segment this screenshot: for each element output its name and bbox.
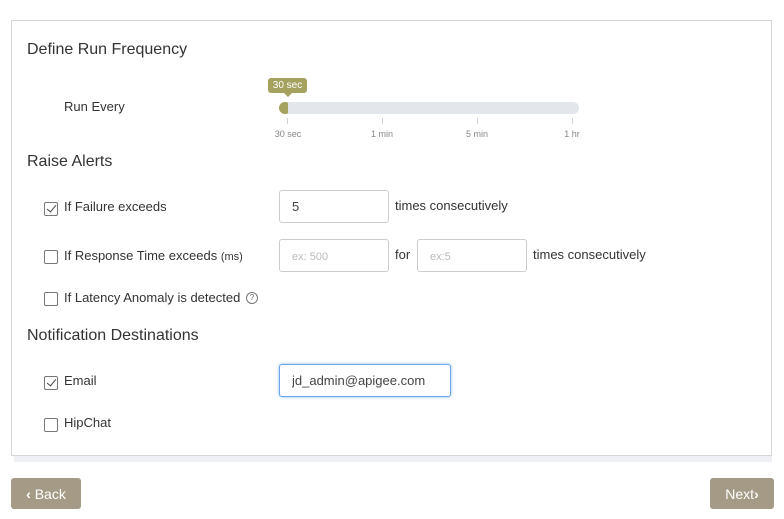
back-button[interactable]: ‹ Back bbox=[11, 478, 81, 509]
slider-tick-label: 30 sec bbox=[274, 129, 302, 139]
help-icon[interactable]: ? bbox=[246, 292, 258, 304]
response-time-count-input[interactable] bbox=[417, 239, 527, 272]
response-time-unit: (ms) bbox=[220, 251, 243, 263]
email-input[interactable] bbox=[279, 364, 451, 397]
failure-checkbox[interactable] bbox=[44, 202, 58, 216]
slider-tick bbox=[287, 118, 288, 124]
section-title-alerts: Raise Alerts bbox=[27, 153, 113, 170]
slider-tick bbox=[382, 118, 383, 124]
latency-checkbox[interactable] bbox=[44, 292, 58, 306]
slider-tick bbox=[477, 118, 478, 124]
next-button-label: Next bbox=[725, 486, 755, 502]
slider-tick bbox=[572, 118, 573, 124]
response-time-suffix-label: times consecutively bbox=[533, 247, 646, 262]
email-label: Email bbox=[64, 373, 97, 388]
slider-tick-label: 1 min bbox=[370, 129, 394, 139]
run-every-label: Run Every bbox=[64, 99, 125, 114]
section-title-notifications: Notification Destinations bbox=[27, 327, 199, 344]
failure-label: If Failure exceeds bbox=[64, 199, 167, 214]
run-frequency-slider-handle[interactable] bbox=[279, 102, 288, 114]
slider-value-tooltip: 30 sec bbox=[268, 78, 307, 97]
response-time-for-label: for bbox=[395, 247, 411, 262]
response-time-label: If Response Time exceeds (ms) bbox=[64, 248, 243, 263]
hipchat-label: HipChat bbox=[64, 415, 111, 430]
chevron-left-icon: ‹ bbox=[26, 486, 31, 502]
failure-suffix-label: times consecutively bbox=[395, 198, 508, 213]
slider-tick-label: 5 min bbox=[465, 129, 489, 139]
next-button[interactable]: Next› bbox=[710, 478, 774, 509]
response-time-input[interactable] bbox=[279, 239, 389, 272]
chevron-right-icon: › bbox=[754, 486, 759, 502]
response-time-checkbox[interactable] bbox=[44, 250, 58, 264]
run-frequency-slider-track[interactable] bbox=[281, 102, 579, 114]
latency-label: If Latency Anomaly is detected bbox=[64, 290, 241, 305]
section-title-frequency: Define Run Frequency bbox=[27, 41, 188, 58]
email-checkbox[interactable] bbox=[44, 376, 58, 390]
slider-tick-label: 1 hr bbox=[564, 129, 580, 139]
panel-shadow bbox=[14, 456, 772, 462]
hipchat-checkbox[interactable] bbox=[44, 418, 58, 432]
back-button-label: Back bbox=[34, 486, 66, 502]
failure-count-input[interactable] bbox=[279, 190, 389, 223]
